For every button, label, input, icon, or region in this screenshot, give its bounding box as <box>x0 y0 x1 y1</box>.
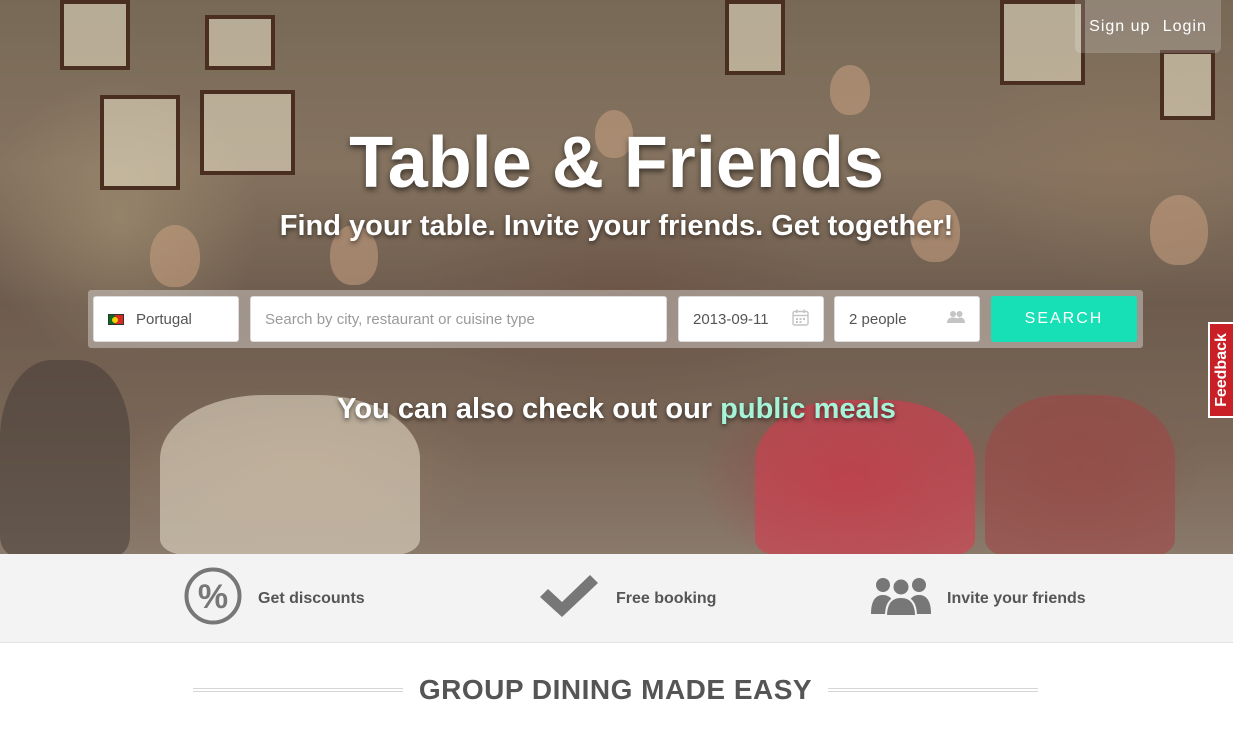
section-title: GROUP DINING MADE EASY <box>418 674 813 705</box>
public-meals-prefix: You can also check out our <box>337 393 721 425</box>
divider-right <box>828 688 1039 692</box>
auth-box: Sign up Login <box>1075 0 1221 53</box>
divider-left <box>193 688 403 692</box>
search-button[interactable]: SEARCH <box>991 296 1137 342</box>
wall-frame-3 <box>205 15 275 70</box>
portugal-flag-icon <box>108 313 124 325</box>
feature-label: Get discounts <box>258 589 365 607</box>
site-title: Table & Friends <box>349 123 884 203</box>
feature-label: Free booking <box>616 589 717 607</box>
feedback-tab[interactable]: Feedback <box>1208 322 1233 418</box>
people-value: 2 people <box>849 310 907 328</box>
people-select[interactable]: 2 people <box>834 296 980 342</box>
wall-frame-7 <box>1160 50 1215 120</box>
feature-label: Invite your friends <box>947 589 1086 607</box>
signup-link[interactable]: Sign up <box>1089 18 1150 36</box>
login-link[interactable]: Login <box>1163 18 1207 36</box>
hero-subtitle: Find your table. Invite your friends. Ge… <box>279 210 954 242</box>
section-heading: GROUP DINING MADE EASY <box>193 668 1039 712</box>
search-input[interactable] <box>250 296 667 342</box>
feedback-label: Feedback <box>1212 333 1230 407</box>
public-meals-line: You can also check out our public meals <box>0 393 1233 426</box>
percent-icon: % <box>184 567 242 630</box>
public-meals-link[interactable]: public meals <box>720 393 896 425</box>
feature-booking: Free booking <box>538 554 716 643</box>
hero-banner: Sign up Login Table & Friends Find your … <box>0 0 1233 554</box>
date-value: 2013-09-11 <box>693 310 769 328</box>
wall-frame-5 <box>725 0 785 75</box>
group-icon <box>871 576 931 621</box>
feature-discounts: % Get discounts <box>184 554 365 643</box>
users-icon <box>947 310 965 328</box>
calendar-icon <box>792 309 809 330</box>
svg-text:%: % <box>198 578 228 616</box>
diner-4 <box>830 65 870 115</box>
country-select[interactable]: Portugal <box>93 296 239 342</box>
feature-invite: Invite your friends <box>871 554 1086 643</box>
diner-body-4 <box>0 360 130 554</box>
features-strip: % Get discounts Free booking Invite your… <box>0 554 1233 643</box>
wall-frame-6 <box>1000 0 1085 85</box>
country-label: Portugal <box>136 310 192 328</box>
checkmark-icon <box>538 573 600 624</box>
wall-frame-1 <box>60 0 130 70</box>
search-bar: Portugal 2013-09-11 2 people SEARCH <box>88 290 1143 348</box>
date-picker[interactable]: 2013-09-11 <box>678 296 824 342</box>
